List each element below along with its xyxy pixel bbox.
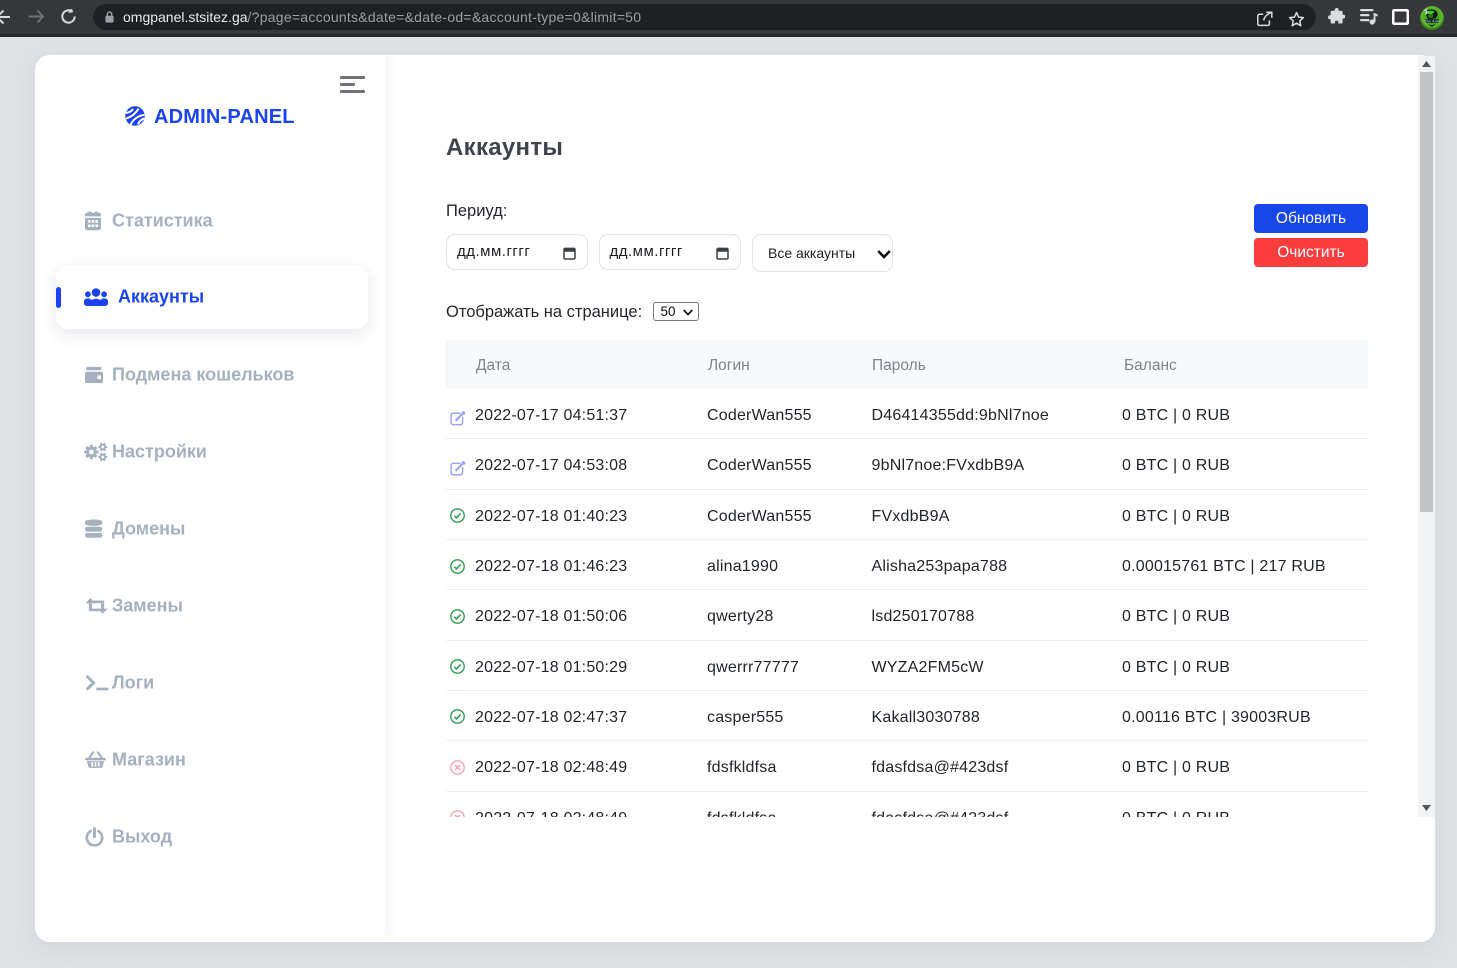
svg-text:The AnP: The AnP [1424,20,1440,24]
